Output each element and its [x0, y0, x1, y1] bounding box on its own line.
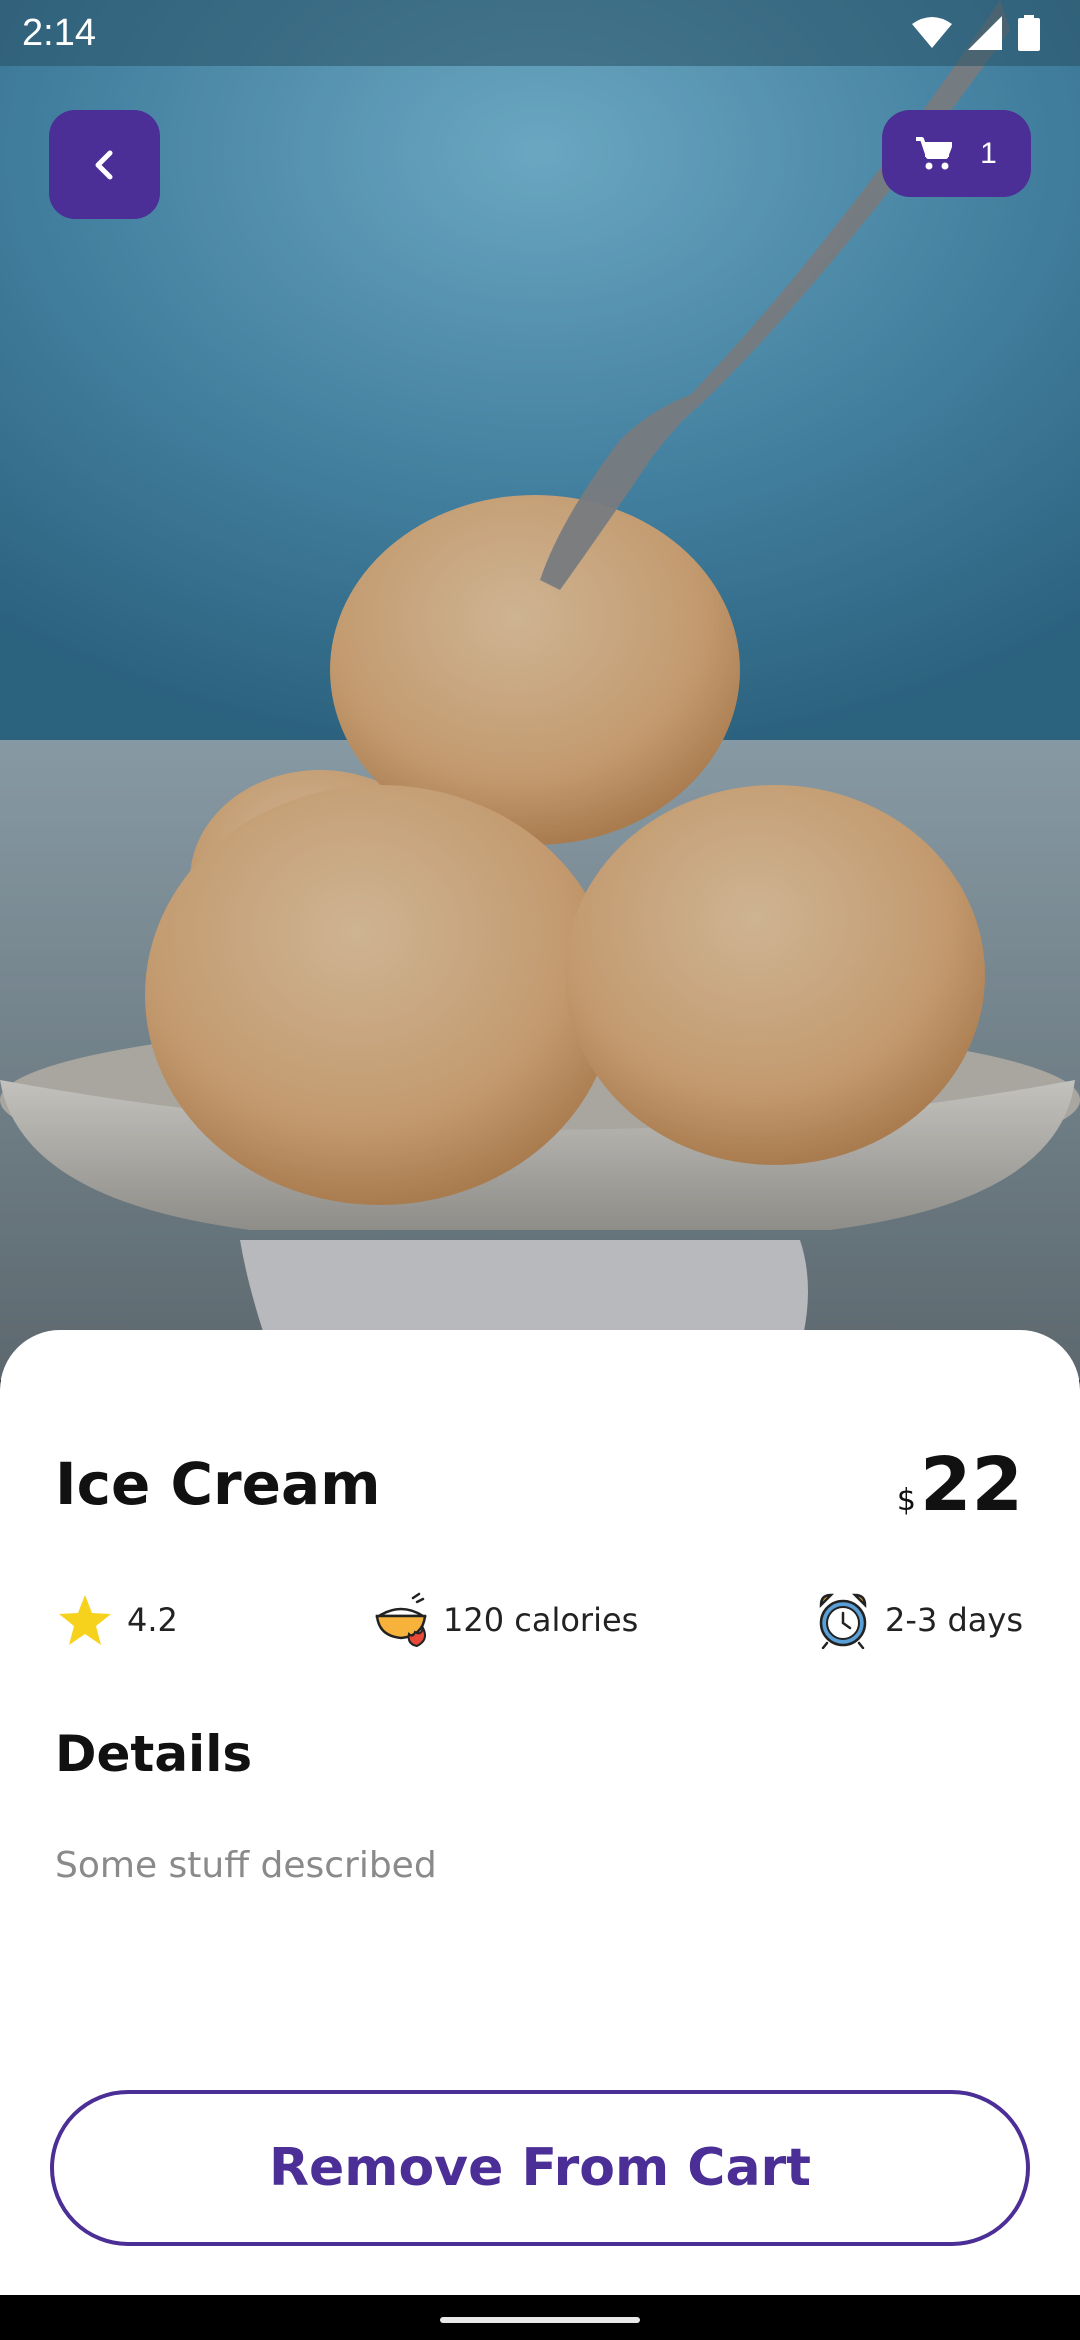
navigation-bar [0, 2295, 1080, 2340]
price-value: 22 [920, 1442, 1023, 1528]
remove-from-cart-button[interactable]: Remove From Cart [50, 2090, 1030, 2246]
rating-value: 4.2 [127, 1601, 178, 1639]
home-indicator[interactable] [440, 2317, 640, 2323]
status-bar: 2:14 [0, 0, 1080, 66]
wifi-icon [912, 17, 952, 48]
cart-button[interactable]: 1 [882, 110, 1031, 197]
product-image [0, 0, 1080, 1380]
product-detail-sheet: Ice Cream $ 22 4.2 120 calories 2-3 days [0, 1330, 1080, 2295]
cart-count-badge: 1 [980, 136, 997, 170]
star-icon [59, 1595, 111, 1645]
rating-stat: 4.2 [57, 1590, 178, 1650]
shopping-cart-icon [916, 136, 953, 169]
cellular-signal-icon [968, 16, 1002, 50]
status-time: 2:14 [22, 11, 96, 54]
product-price: $ 22 [897, 1442, 1023, 1528]
calories-value: 120 calories [443, 1601, 639, 1639]
status-icons [912, 15, 1040, 51]
ice-cream-photo [0, 0, 1080, 1380]
delivery-stat: 2-3 days [815, 1590, 1023, 1650]
battery-icon [1018, 15, 1040, 51]
delivery-value: 2-3 days [885, 1601, 1023, 1639]
details-description: Some stuff described [55, 1845, 437, 1886]
alarm-clock-icon [819, 1593, 867, 1649]
calories-stat: 120 calories [373, 1590, 638, 1650]
chevron-left-icon [95, 150, 112, 179]
product-title: Ice Cream [55, 1450, 381, 1518]
price-currency: $ [896, 1483, 917, 1518]
back-button[interactable] [49, 110, 160, 219]
details-heading: Details [55, 1725, 253, 1783]
calories-bowl-icon [374, 1592, 428, 1648]
